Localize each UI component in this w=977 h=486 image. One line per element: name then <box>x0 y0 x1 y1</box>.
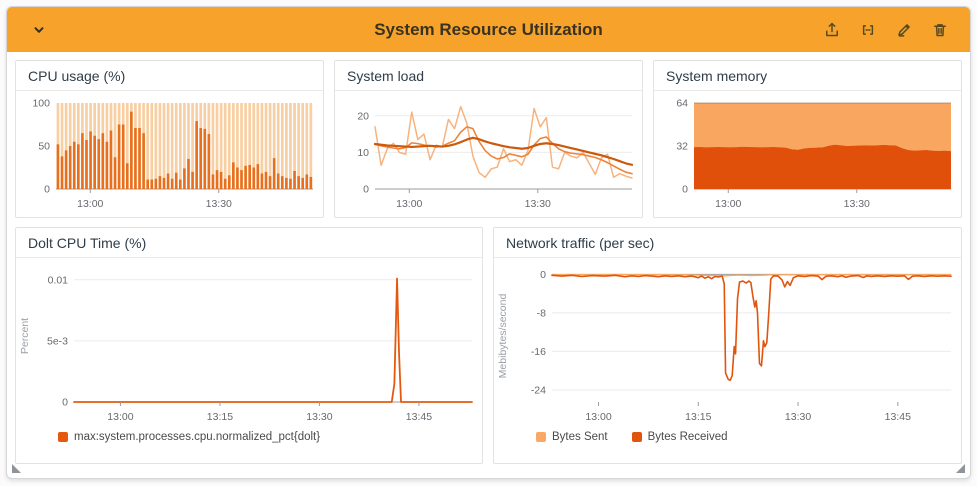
legend-label: Bytes Received <box>647 431 728 443</box>
svg-text:-24: -24 <box>531 384 546 396</box>
system-memory-chart[interactable]: 0 32 64 13:00 13:30 <box>654 91 961 213</box>
delete-button[interactable] <box>928 18 952 42</box>
svg-text:20: 20 <box>357 110 369 122</box>
widget-title: CPU usage (%) <box>16 61 323 91</box>
svg-text:13:15: 13:15 <box>207 411 233 423</box>
svg-text:13:30: 13:30 <box>206 198 232 210</box>
legend-label: Bytes Sent <box>552 431 608 443</box>
legend-item[interactable]: Bytes Sent <box>536 431 608 443</box>
chart-legend: Bytes Sent Bytes Received <box>494 426 961 443</box>
widget-title: Dolt CPU Time (%) <box>16 228 482 258</box>
export-button[interactable] <box>820 18 844 42</box>
svg-text:32: 32 <box>676 141 688 153</box>
svg-text:0.01: 0.01 <box>48 274 69 286</box>
widget-title: System memory <box>654 61 961 91</box>
legend-swatch <box>536 432 546 442</box>
svg-text:64: 64 <box>676 98 688 110</box>
chevron-down-icon <box>34 26 44 33</box>
legend-swatch <box>58 432 68 442</box>
cpu-usage-chart[interactable]: 0 50 100 13:00 13:30 <box>16 91 323 213</box>
collapse-group-button[interactable] <box>29 20 49 40</box>
group-content: CPU usage (%) 0 50 100 13:00 13:30 System lo… <box>7 52 970 472</box>
edit-button[interactable] <box>892 18 916 42</box>
svg-text:13:00: 13:00 <box>585 411 611 423</box>
svg-text:13:15: 13:15 <box>685 411 711 423</box>
svg-text:13:00: 13:00 <box>396 198 422 210</box>
svg-text:-8: -8 <box>537 307 546 319</box>
widget-system-memory[interactable]: System memory 0 32 64 13:00 13:30 <box>653 60 962 218</box>
svg-text:13:00: 13:00 <box>715 198 741 210</box>
pencil-icon <box>898 23 910 37</box>
svg-text:0: 0 <box>62 397 68 409</box>
widget-title: Network traffic (per sec) <box>494 228 961 258</box>
svg-text:13:00: 13:00 <box>107 411 133 423</box>
widget-row-bottom: Dolt CPU Time (%) 0 5e-3 0.01 13:00 13:15 13:… <box>15 227 962 464</box>
widget-network-traffic[interactable]: Network traffic (per sec) 0 -8 -16 -24 13:00… <box>493 227 962 464</box>
widget-system-load[interactable]: System load 0 10 20 13:00 13:30 <box>334 60 643 218</box>
svg-text:Mebibytes/second: Mebibytes/second <box>497 294 509 379</box>
copy-widget-button[interactable] <box>856 18 880 42</box>
svg-text:13:30: 13:30 <box>844 198 870 210</box>
svg-text:10: 10 <box>357 147 369 159</box>
legend-item[interactable]: Bytes Received <box>631 431 728 443</box>
svg-text:Percent: Percent <box>19 318 31 354</box>
copy-icon <box>862 24 874 35</box>
widget-dolt-cpu-time[interactable]: Dolt CPU Time (%) 0 5e-3 0.01 13:00 13:15 13:… <box>15 227 483 464</box>
chart-legend: max:system.processes.cpu.normalized_pct{… <box>16 426 482 443</box>
network-traffic-chart[interactable]: 0 -8 -16 -24 13:00 13:15 13:30 13:45 Mebibytes/s… <box>494 258 961 426</box>
resize-handle-bottom-left[interactable] <box>12 464 21 473</box>
svg-text:13:00: 13:00 <box>77 198 103 210</box>
legend-item[interactable]: max:system.processes.cpu.normalized_pct{… <box>58 431 320 443</box>
svg-text:0: 0 <box>363 184 369 196</box>
svg-text:13:45: 13:45 <box>885 411 911 423</box>
trash-icon <box>934 23 946 36</box>
resize-handle-bottom-right[interactable] <box>956 464 965 473</box>
svg-text:13:45: 13:45 <box>406 411 432 423</box>
svg-text:13:30: 13:30 <box>306 411 332 423</box>
group-header[interactable]: System Resource Utilization <box>7 7 970 52</box>
svg-text:0: 0 <box>540 269 546 281</box>
widget-cpu-usage[interactable]: CPU usage (%) 0 50 100 13:00 13:30 <box>15 60 324 218</box>
svg-text:50: 50 <box>38 141 50 153</box>
widget-row-top: CPU usage (%) 0 50 100 13:00 13:30 System lo… <box>15 60 962 218</box>
svg-text:13:30: 13:30 <box>525 198 551 210</box>
system-load-chart[interactable]: 0 10 20 13:00 13:30 <box>335 91 642 213</box>
svg-text:5e-3: 5e-3 <box>47 335 68 347</box>
svg-text:0: 0 <box>682 184 688 196</box>
dolt-cpu-time-chart[interactable]: 0 5e-3 0.01 13:00 13:15 13:30 13:45 Percent <box>16 258 482 426</box>
svg-text:0: 0 <box>44 184 50 196</box>
legend-label: max:system.processes.cpu.normalized_pct{… <box>74 431 321 443</box>
svg-text:100: 100 <box>32 98 50 110</box>
group-actions <box>820 18 952 42</box>
dashboard-group: System Resource Utilization CPU usage (%… <box>6 6 971 479</box>
export-icon <box>826 22 838 36</box>
svg-text:-16: -16 <box>531 346 546 358</box>
widget-title: System load <box>335 61 642 91</box>
svg-text:13:30: 13:30 <box>785 411 811 423</box>
legend-swatch <box>631 432 642 442</box>
